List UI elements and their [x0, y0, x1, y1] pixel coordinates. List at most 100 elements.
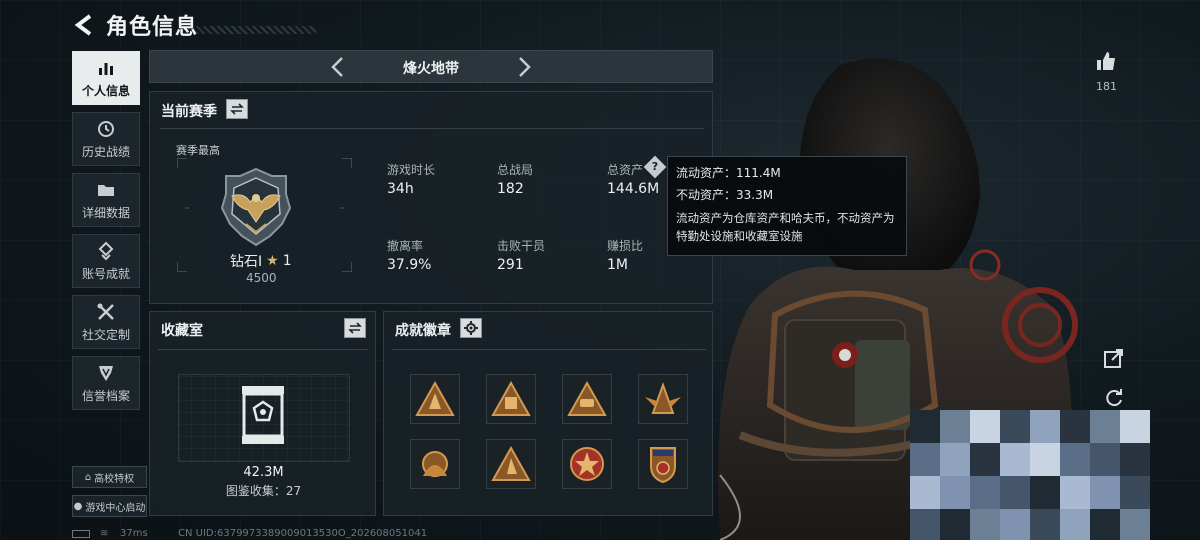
mosaic-tile	[1090, 410, 1120, 443]
tooltip-description: 流动资产为仓库资产和哈夫币，不动资产为特勤处设施和收藏室设施	[676, 211, 895, 243]
badge-slot-3[interactable]	[562, 374, 612, 424]
mosaic-tile	[970, 509, 1000, 540]
achievement-icon	[98, 241, 114, 260]
mosaic-tile	[910, 476, 940, 509]
mosaic-tile	[940, 476, 970, 509]
mosaic-tile	[1060, 476, 1090, 509]
pixelated-region	[910, 410, 1150, 540]
collection-switch-button[interactable]	[344, 318, 366, 338]
nav-item-achievements[interactable]: 账号成就	[72, 234, 140, 288]
stat-label-kills: 击败干员	[497, 239, 546, 253]
mosaic-tile	[1000, 443, 1030, 476]
badge-slot-6[interactable]	[486, 439, 536, 489]
mosaic-tile	[970, 443, 1000, 476]
title-decoration	[196, 26, 316, 34]
stat-value-kills: 291	[497, 257, 524, 273]
school-icon: ⌂	[84, 471, 92, 483]
mosaic-tile	[910, 443, 940, 476]
badge-slot-1[interactable]	[410, 374, 460, 424]
current-season-panel: 当前赛季 赛季最高 钻石Ⅰ ★ 1 4500 游戏时长 34h 总战局 182 …	[149, 91, 713, 304]
stat-label-playtime: 游戏时长	[387, 163, 436, 177]
collection-panel: 收藏室 42.3M 图鉴收集：27	[149, 311, 376, 516]
mosaic-tile	[910, 509, 940, 540]
nav-label: 社交定制	[81, 327, 130, 342]
page-title: 角色信息	[106, 15, 199, 40]
nav-item-detailed-data[interactable]: 详细数据	[72, 173, 140, 227]
nav-label: 信誉档案	[81, 388, 130, 403]
swap-icon	[348, 322, 362, 334]
share-icon[interactable]	[1103, 347, 1125, 369]
badge-slot-5[interactable]	[410, 439, 460, 489]
stat-value-matches: 182	[497, 181, 524, 197]
star-icon: ★	[266, 253, 279, 269]
triangle-badge-icon	[491, 446, 531, 481]
battery-icon	[72, 530, 90, 538]
nav-label: 账号成就	[81, 266, 130, 281]
mosaic-tile	[940, 410, 970, 443]
help-icon-glyph: ?	[651, 160, 659, 173]
game-center-label: 游戏中心启动	[85, 502, 146, 514]
badge-slot-8[interactable]	[638, 439, 688, 489]
shield-medal-icon	[650, 447, 676, 484]
rank-stars: 1	[282, 253, 292, 269]
mosaic-tile	[1120, 509, 1150, 540]
stat-value-extract-rate: 37.9%	[387, 257, 432, 273]
nav-label: 个人信息	[81, 83, 130, 98]
mosaic-tile	[1000, 410, 1030, 443]
gear-icon	[464, 321, 478, 335]
game-screen: 角色信息 个人信息 历史战绩 详细数据 账号成就 社交定制 信誉档案 ⌂ 高校特…	[0, 0, 1200, 540]
back-arrow-icon[interactable]	[70, 12, 96, 38]
collection-title: 收藏室	[161, 323, 203, 339]
mosaic-tile	[970, 476, 1000, 509]
rank-points: 4500	[246, 271, 277, 285]
mosaic-tile	[910, 410, 940, 443]
mosaic-tile	[1030, 476, 1060, 509]
badge-slot-7[interactable]	[562, 439, 612, 489]
stat-label-assets: 总资产	[607, 163, 644, 177]
mosaic-tile	[1120, 443, 1150, 476]
chevron-right-icon[interactable]	[514, 56, 534, 78]
tooltip-fixed: 不动资产：33.3M	[676, 188, 774, 202]
section-divider	[158, 349, 368, 350]
nav-item-credit[interactable]: 信誉档案	[72, 356, 140, 410]
game-center-button[interactable]: ● 游戏中心启动	[72, 495, 147, 517]
mosaic-tile	[1090, 443, 1120, 476]
badge-slot-2[interactable]	[486, 374, 536, 424]
bar-chart-icon	[99, 62, 113, 75]
nav-item-history[interactable]: 历史战绩	[72, 112, 140, 166]
nav-label: 详细数据	[81, 205, 130, 220]
mosaic-tile	[1000, 509, 1030, 540]
clock-icon	[98, 120, 114, 137]
mosaic-tile	[1060, 443, 1090, 476]
nav-item-personal-info[interactable]: 个人信息	[72, 51, 140, 105]
tooltip-liquid: 流动资产：111.4M	[676, 166, 781, 180]
current-season-title: 当前赛季	[161, 104, 217, 120]
wifi-icon: ≋	[100, 528, 109, 539]
switch-season-button[interactable]	[226, 99, 248, 119]
section-divider	[392, 349, 706, 350]
stat-label-profit-ratio: 赚损比	[607, 239, 644, 253]
winged-badge-icon	[645, 382, 681, 414]
like-count: 181	[1096, 80, 1117, 93]
thumbs-up-icon[interactable]	[1095, 50, 1117, 72]
badge-slot-4[interactable]	[638, 374, 688, 424]
mosaic-tile	[1000, 476, 1030, 509]
season-name: 烽火地带	[403, 61, 459, 77]
nav-label: 历史战绩	[81, 144, 130, 159]
refresh-icon[interactable]	[1103, 386, 1125, 408]
swap-icon	[230, 103, 244, 115]
mosaic-tile	[1090, 509, 1120, 540]
mosaic-tile	[970, 410, 1000, 443]
mosaic-tile	[1060, 410, 1090, 443]
nav-item-social[interactable]: 社交定制	[72, 295, 140, 349]
mosaic-tile	[1030, 443, 1060, 476]
rank-line: 钻石Ⅰ ★ 1	[230, 251, 292, 271]
campus-privilege-button[interactable]: ⌂ 高校特权	[72, 466, 147, 488]
stat-value-playtime: 34h	[387, 181, 414, 197]
rank-name: 钻石Ⅰ	[230, 254, 263, 270]
section-divider	[160, 128, 704, 129]
season-selector: 烽火地带	[149, 50, 713, 83]
mosaic-tile	[1090, 476, 1120, 509]
star-medal-icon	[570, 447, 604, 481]
badge-settings-button[interactable]	[460, 318, 482, 338]
